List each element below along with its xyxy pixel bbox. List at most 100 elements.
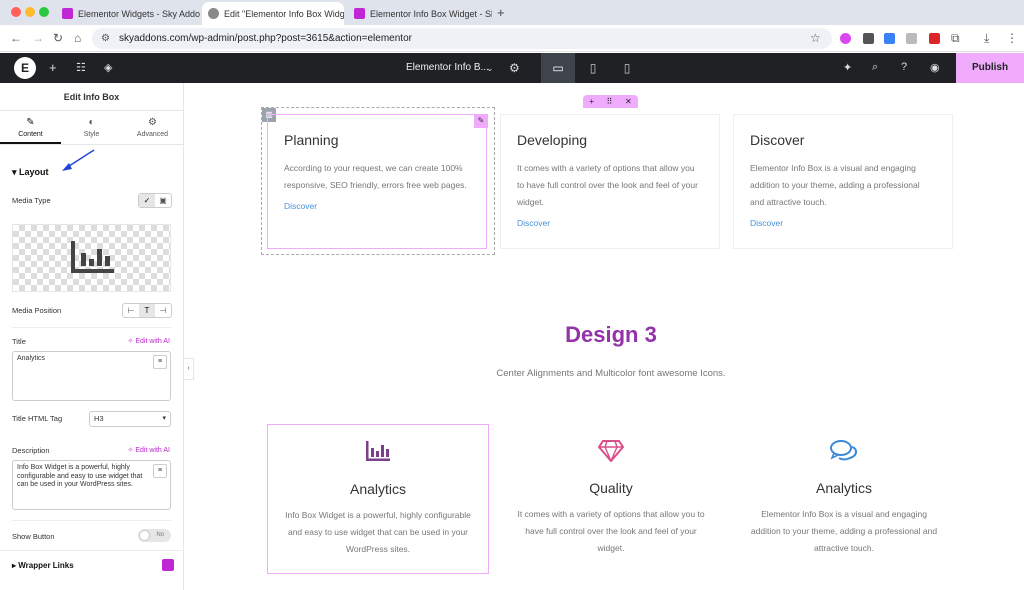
half-circle-icon: ◐ [88, 117, 95, 128]
minimize-window-icon[interactable] [25, 7, 35, 17]
drag-handle-icon[interactable]: ⠿ [607, 95, 613, 108]
align-top-icon[interactable]: T [139, 304, 155, 317]
collapse-panel-handle[interactable]: ‹ [184, 358, 194, 380]
section-title: Wrapper Links [18, 561, 74, 570]
media-position-label: Media Position [12, 306, 62, 315]
align-left-icon[interactable]: ⊢ [123, 304, 139, 317]
chevron-down-icon[interactable]: ⌄ [486, 63, 494, 74]
delete-section-icon[interactable]: ✕ [625, 95, 632, 108]
site-settings-icon[interactable]: ⚙ [101, 33, 110, 44]
dynamic-tags-icon[interactable]: ≡ [153, 464, 167, 478]
tab-advanced[interactable]: ⚙ Advanced [122, 111, 183, 144]
bar-chart-icon [71, 241, 114, 273]
new-tab-button[interactable]: + [497, 5, 505, 20]
elementor-logo-icon[interactable]: E [14, 57, 36, 79]
image-icon[interactable]: ▣ [155, 194, 171, 207]
layout-section-header[interactable]: ▾ Layout [12, 167, 49, 178]
card-text: It comes with a variety of options that … [517, 509, 705, 553]
document-title[interactable]: Elementor Info B... [406, 62, 489, 73]
align-right-icon[interactable]: ⊣ [155, 304, 171, 317]
show-button-switch[interactable]: No [138, 529, 171, 542]
caret-down-icon: ▾ [12, 167, 17, 177]
extension-icon[interactable] [906, 33, 917, 44]
add-element-icon[interactable]: + [49, 60, 57, 75]
help-icon[interactable]: ? [901, 61, 907, 73]
card-link[interactable]: Discover [750, 218, 936, 228]
site-settings-sliders-icon[interactable]: ☷ [76, 61, 86, 74]
site-favicon-icon [354, 8, 365, 19]
tab-label: Style [83, 131, 100, 138]
divider [12, 520, 171, 521]
back-arrow-icon[interactable]: ← [10, 31, 22, 45]
card-link[interactable]: Discover [517, 218, 703, 228]
edit-widget-pencil-icon[interactable]: ✎ [474, 114, 488, 128]
tab-style[interactable]: ◐ Style [61, 111, 122, 144]
bookmark-star-icon[interactable]: ☆ [810, 31, 821, 45]
description-value: Info Box Widget is a powerful, highly co… [17, 464, 143, 488]
tablet-view-icon[interactable]: ▯ [576, 53, 610, 83]
url-field[interactable]: skyaddons.com/wp-admin/post.php?post=361… [92, 28, 832, 49]
annotation-arrow-icon [62, 149, 95, 171]
dynamic-tags-icon[interactable]: ≡ [153, 355, 167, 369]
description-textarea[interactable]: Info Box Widget is a powerful, highly co… [12, 460, 171, 510]
card-title: Analytics [349, 481, 407, 497]
card-text: Info Box Widget is a powerful, highly co… [285, 510, 471, 554]
maximize-window-icon[interactable] [39, 7, 49, 17]
bar-chart-icon [268, 441, 488, 467]
card-link[interactable]: Discover [284, 201, 470, 211]
info-box-card-centered[interactable]: Analytics Info Box Widget is a powerful,… [267, 424, 489, 574]
preview-eye-icon[interactable]: ◉ [930, 61, 940, 74]
extensions-puzzle-icon[interactable]: ⧉ [951, 31, 960, 46]
tab-title: Elementor Info Box Widget - Sky [370, 8, 492, 19]
info-box-card[interactable]: Developing It comes with a variety of op… [500, 114, 720, 249]
add-section-icon[interactable]: + [589, 95, 594, 108]
publish-button[interactable]: Publish [956, 53, 1024, 83]
globe-icon [208, 8, 219, 19]
translate-extension-icon[interactable] [884, 33, 895, 44]
reload-icon[interactable]: ↻ [53, 31, 63, 45]
download-icon[interactable]: ⤓ [984, 31, 989, 46]
info-box-card-centered[interactable]: Analytics Elementor Info Box is a visual… [733, 424, 955, 574]
tab-content[interactable]: ✎ Content [0, 111, 61, 144]
edit-with-ai-button[interactable]: ✧ Edit with AI [128, 337, 170, 345]
home-icon[interactable]: ⌂ [74, 31, 81, 45]
switch-state: No [156, 532, 164, 538]
forward-arrow-icon[interactable]: → [32, 31, 44, 45]
media-type-toggle: ✓ ▣ [138, 193, 172, 208]
search-icon[interactable]: ⌕ [872, 61, 878, 74]
browser-menu-icon[interactable]: ⋮ [1006, 31, 1018, 45]
card-text: It comes with a variety of options that … [517, 163, 698, 207]
desktop-view-icon[interactable]: ▭ [541, 53, 575, 83]
mobile-view-icon[interactable]: ▯ [610, 53, 644, 83]
title-textarea[interactable]: Analytics ≡ [12, 351, 171, 401]
title-html-tag-label: Title HTML Tag [12, 414, 63, 423]
card-title: Developing [517, 132, 588, 148]
check-icon[interactable]: ✓ [139, 194, 155, 207]
browser-tab[interactable]: Elementor Widgets - Sky Addons ✕ [56, 2, 200, 25]
diamond-icon [500, 440, 722, 466]
title-html-tag-select[interactable]: H3 ▾ [89, 411, 171, 427]
page-settings-gear-icon[interactable]: ⚙ [509, 61, 520, 75]
card-title: Discover [750, 132, 805, 148]
browser-tab-strip: Elementor Widgets - Sky Addons ✕ Edit "E… [0, 0, 1024, 25]
extension-icon[interactable] [863, 33, 874, 44]
extension-icon[interactable] [840, 33, 851, 44]
info-box-card-centered[interactable]: Quality It comes with a variety of optio… [500, 424, 722, 574]
divider [0, 550, 184, 551]
select-value: H3 [94, 414, 104, 423]
design-subheading: Center Alignments and Multicolor font aw… [496, 368, 726, 379]
ai-label: Edit with AI [135, 338, 170, 345]
browser-tab-active[interactable]: Edit "Elementor Info Box Widget" ✕ [202, 2, 344, 25]
card-text: Elementor Info Box is a visual and engag… [750, 163, 920, 207]
structure-layers-icon[interactable]: ◈ [104, 61, 112, 74]
info-box-card[interactable]: Planning According to your request, we c… [267, 114, 487, 249]
close-window-icon[interactable] [11, 7, 21, 17]
edit-with-ai-button[interactable]: ✧ Edit with AI [128, 446, 170, 454]
notifications-megaphone-icon[interactable]: ✦ [843, 61, 852, 74]
wrapper-links-section-header[interactable]: ▸ Wrapper Links [12, 561, 74, 570]
browser-tab[interactable]: Elementor Info Box Widget - Sky ✕ [348, 2, 492, 25]
media-preview[interactable] [12, 224, 171, 292]
extension-icon[interactable] [929, 33, 940, 44]
site-favicon-icon [62, 8, 73, 19]
info-box-card[interactable]: Discover Elementor Info Box is a visual … [733, 114, 953, 249]
